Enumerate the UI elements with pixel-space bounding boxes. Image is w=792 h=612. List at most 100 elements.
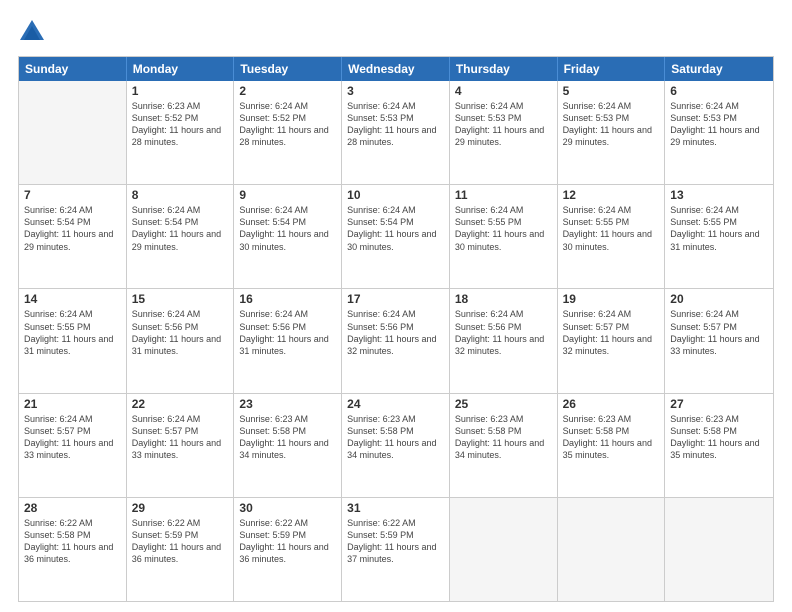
day-info: Sunrise: 6:23 AM Sunset: 5:58 PM Dayligh…	[239, 413, 336, 462]
day-number: 9	[239, 188, 336, 202]
day-number: 25	[455, 397, 552, 411]
day-number: 19	[563, 292, 660, 306]
calendar-cell: 30 Sunrise: 6:22 AM Sunset: 5:59 PM Dayli…	[234, 498, 342, 601]
day-number: 10	[347, 188, 444, 202]
day-info: Sunrise: 6:24 AM Sunset: 5:56 PM Dayligh…	[239, 308, 336, 357]
calendar-cell: 16Sunrise: 6:24 AM Sunset: 5:56 PM Dayli…	[234, 289, 342, 392]
day-number: 28	[24, 501, 121, 515]
day-info: Sunrise: 6:24 AM Sunset: 5:55 PM Dayligh…	[563, 204, 660, 253]
page: SundayMondayTuesdayWednesdayThursdayFrid…	[0, 0, 792, 612]
day-number: 24	[347, 397, 444, 411]
day-info: Sunrise: 6:24 AM Sunset: 5:53 PM Dayligh…	[455, 100, 552, 149]
calendar: SundayMondayTuesdayWednesdayThursdayFrid…	[18, 56, 774, 602]
weekday-header: Monday	[127, 57, 235, 81]
day-info: Sunrise: 6:23 AM Sunset: 5:58 PM Dayligh…	[455, 413, 552, 462]
day-number: 11	[455, 188, 552, 202]
day-info: Sunrise: 6:23 AM Sunset: 5:58 PM Dayligh…	[563, 413, 660, 462]
day-info: Sunrise: 6:24 AM Sunset: 5:52 PM Dayligh…	[239, 100, 336, 149]
day-number: 17	[347, 292, 444, 306]
weekday-header: Saturday	[665, 57, 773, 81]
calendar-cell: 31 Sunrise: 6:22 AM Sunset: 5:59 PM Dayli…	[342, 498, 450, 601]
calendar-row: 21 Sunrise: 6:24 AM Sunset: 5:57 PM Dayli…	[19, 393, 773, 497]
calendar-cell: 13 Sunrise: 6:24 AM Sunset: 5:55 PM Dayli…	[665, 185, 773, 288]
logo	[18, 18, 50, 46]
day-number: 23	[239, 397, 336, 411]
calendar-cell: 24 Sunrise: 6:23 AM Sunset: 5:58 PM Dayli…	[342, 394, 450, 497]
calendar-cell: 26 Sunrise: 6:23 AM Sunset: 5:58 PM Dayli…	[558, 394, 666, 497]
calendar-cell: 20Sunrise: 6:24 AM Sunset: 5:57 PM Dayli…	[665, 289, 773, 392]
calendar-cell: 12 Sunrise: 6:24 AM Sunset: 5:55 PM Dayli…	[558, 185, 666, 288]
day-info: Sunrise: 6:22 AM Sunset: 5:59 PM Dayligh…	[347, 517, 444, 566]
calendar-cell: 7 Sunrise: 6:24 AM Sunset: 5:54 PM Daylig…	[19, 185, 127, 288]
calendar-cell	[665, 498, 773, 601]
day-info: Sunrise: 6:24 AM Sunset: 5:56 PM Dayligh…	[132, 308, 229, 357]
day-number: 18	[455, 292, 552, 306]
day-info: Sunrise: 6:24 AM Sunset: 5:54 PM Dayligh…	[132, 204, 229, 253]
logo-icon	[18, 18, 46, 46]
day-number: 29	[132, 501, 229, 515]
calendar-cell: 28 Sunrise: 6:22 AM Sunset: 5:58 PM Dayli…	[19, 498, 127, 601]
day-number: 4	[455, 84, 552, 98]
weekday-header: Thursday	[450, 57, 558, 81]
weekday-header: Tuesday	[234, 57, 342, 81]
calendar-cell: 10 Sunrise: 6:24 AM Sunset: 5:54 PM Dayli…	[342, 185, 450, 288]
day-info: Sunrise: 6:23 AM Sunset: 5:52 PM Dayligh…	[132, 100, 229, 149]
day-number: 7	[24, 188, 121, 202]
day-number: 21	[24, 397, 121, 411]
calendar-body: 1 Sunrise: 6:23 AM Sunset: 5:52 PM Daylig…	[19, 81, 773, 601]
day-info: Sunrise: 6:24 AM Sunset: 5:55 PM Dayligh…	[24, 308, 121, 357]
day-info: Sunrise: 6:24 AM Sunset: 5:57 PM Dayligh…	[132, 413, 229, 462]
day-number: 30	[239, 501, 336, 515]
calendar-cell: 22Sunrise: 6:24 AM Sunset: 5:57 PM Dayli…	[127, 394, 235, 497]
day-info: Sunrise: 6:22 AM Sunset: 5:59 PM Dayligh…	[239, 517, 336, 566]
day-info: Sunrise: 6:24 AM Sunset: 5:53 PM Dayligh…	[670, 100, 768, 149]
calendar-cell: 4 Sunrise: 6:24 AM Sunset: 5:53 PM Daylig…	[450, 81, 558, 184]
day-number: 13	[670, 188, 768, 202]
day-info: Sunrise: 6:23 AM Sunset: 5:58 PM Dayligh…	[347, 413, 444, 462]
calendar-cell	[450, 498, 558, 601]
calendar-cell: 1 Sunrise: 6:23 AM Sunset: 5:52 PM Daylig…	[127, 81, 235, 184]
calendar-cell	[558, 498, 666, 601]
day-info: Sunrise: 6:22 AM Sunset: 5:58 PM Dayligh…	[24, 517, 121, 566]
day-number: 15	[132, 292, 229, 306]
day-number: 26	[563, 397, 660, 411]
day-number: 12	[563, 188, 660, 202]
weekday-header: Wednesday	[342, 57, 450, 81]
weekday-header: Sunday	[19, 57, 127, 81]
day-number: 31	[347, 501, 444, 515]
day-number: 14	[24, 292, 121, 306]
calendar-cell: 15 Sunrise: 6:24 AM Sunset: 5:56 PM Dayli…	[127, 289, 235, 392]
calendar-cell: 5 Sunrise: 6:24 AM Sunset: 5:53 PM Daylig…	[558, 81, 666, 184]
day-number: 27	[670, 397, 768, 411]
header	[18, 18, 774, 46]
calendar-cell: 23 Sunrise: 6:23 AM Sunset: 5:58 PM Dayli…	[234, 394, 342, 497]
weekday-header: Friday	[558, 57, 666, 81]
day-info: Sunrise: 6:24 AM Sunset: 5:54 PM Dayligh…	[24, 204, 121, 253]
day-number: 2	[239, 84, 336, 98]
day-info: Sunrise: 6:24 AM Sunset: 5:56 PM Dayligh…	[347, 308, 444, 357]
calendar-cell: 29Sunrise: 6:22 AM Sunset: 5:59 PM Dayli…	[127, 498, 235, 601]
calendar-cell: 25 Sunrise: 6:23 AM Sunset: 5:58 PM Dayli…	[450, 394, 558, 497]
day-info: Sunrise: 6:24 AM Sunset: 5:54 PM Dayligh…	[347, 204, 444, 253]
calendar-row: 7 Sunrise: 6:24 AM Sunset: 5:54 PM Daylig…	[19, 184, 773, 288]
day-info: Sunrise: 6:24 AM Sunset: 5:57 PM Dayligh…	[563, 308, 660, 357]
calendar-cell: 14 Sunrise: 6:24 AM Sunset: 5:55 PM Dayli…	[19, 289, 127, 392]
calendar-header: SundayMondayTuesdayWednesdayThursdayFrid…	[19, 57, 773, 81]
day-number: 20	[670, 292, 768, 306]
calendar-cell: 27Sunrise: 6:23 AM Sunset: 5:58 PM Dayli…	[665, 394, 773, 497]
day-number: 3	[347, 84, 444, 98]
day-number: 8	[132, 188, 229, 202]
calendar-row: 14 Sunrise: 6:24 AM Sunset: 5:55 PM Dayli…	[19, 288, 773, 392]
calendar-row: 1 Sunrise: 6:23 AM Sunset: 5:52 PM Daylig…	[19, 81, 773, 184]
calendar-row: 28 Sunrise: 6:22 AM Sunset: 5:58 PM Dayli…	[19, 497, 773, 601]
day-info: Sunrise: 6:24 AM Sunset: 5:53 PM Dayligh…	[563, 100, 660, 149]
calendar-cell: 6Sunrise: 6:24 AM Sunset: 5:53 PM Daylig…	[665, 81, 773, 184]
calendar-cell: 9Sunrise: 6:24 AM Sunset: 5:54 PM Daylig…	[234, 185, 342, 288]
calendar-cell: 3Sunrise: 6:24 AM Sunset: 5:53 PM Daylig…	[342, 81, 450, 184]
day-number: 5	[563, 84, 660, 98]
day-info: Sunrise: 6:24 AM Sunset: 5:56 PM Dayligh…	[455, 308, 552, 357]
calendar-cell: 21Sunrise: 6:24 AM Sunset: 5:57 PM Dayli…	[19, 394, 127, 497]
day-info: Sunrise: 6:24 AM Sunset: 5:55 PM Dayligh…	[670, 204, 768, 253]
calendar-cell: 17 Sunrise: 6:24 AM Sunset: 5:56 PM Dayli…	[342, 289, 450, 392]
day-number: 1	[132, 84, 229, 98]
